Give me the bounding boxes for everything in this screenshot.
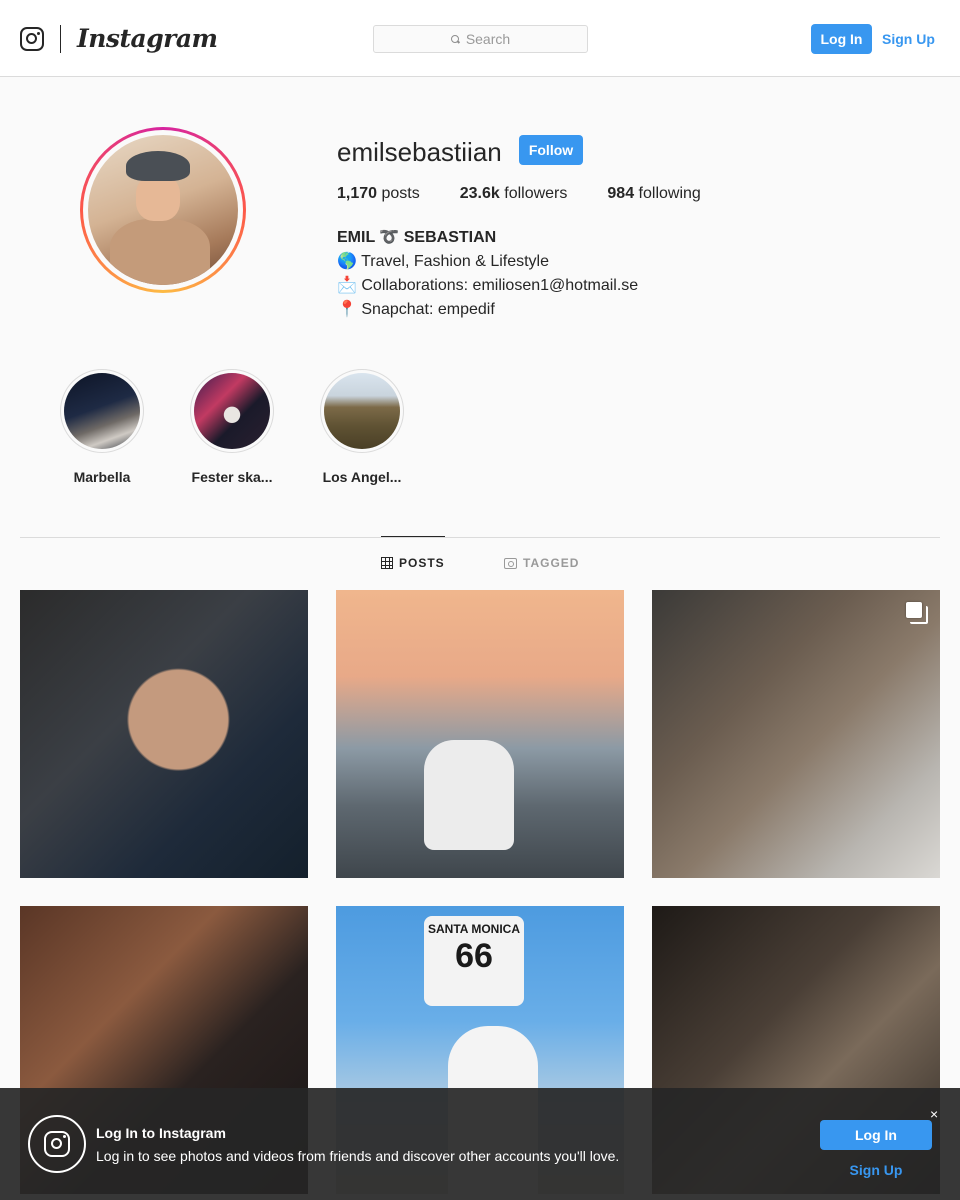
highlight-thumbnail <box>324 373 400 449</box>
profile-avatar[interactable] <box>88 135 238 285</box>
search-placeholder: Search <box>465 31 511 47</box>
highlight-fester[interactable]: Fester ska... <box>172 369 292 485</box>
followers-label: followers <box>504 185 568 202</box>
post-thumbnail[interactable] <box>652 590 940 878</box>
followers-stat[interactable]: 23.6k followers <box>460 185 568 203</box>
profile-full-name: EMIL ➰ SEBASTIAN <box>337 229 497 246</box>
tagged-icon <box>504 557 517 569</box>
highlight-label: Los Angel... <box>322 469 402 485</box>
bio-line-collaborations: 📩 Collaborations: emiliosen1@hotmail.se <box>337 277 639 294</box>
highlight-label: Marbella <box>73 469 131 485</box>
active-tab-indicator <box>381 536 445 537</box>
bio-line-travel: 🌎 Travel, Fashion & Lifestyle <box>337 253 550 270</box>
highlight-ring <box>190 369 274 453</box>
highlight-ring <box>60 369 144 453</box>
story-ring[interactable] <box>80 127 246 293</box>
instagram-glyph-icon <box>28 1115 86 1173</box>
grid-icon <box>381 557 393 569</box>
sign-number: 66 <box>455 937 493 975</box>
profile-stats: 1,170 posts 23.6k followers 984 followin… <box>337 185 741 203</box>
banner-title: Log In to Instagram <box>96 1125 226 1141</box>
followers-count: 23.6k <box>459 185 500 202</box>
banner-signup-link[interactable]: Sign Up <box>820 1162 932 1178</box>
close-icon[interactable]: × <box>930 1106 938 1122</box>
highlight-marbella[interactable]: Marbella <box>42 369 162 485</box>
tab-posts-label: POSTS <box>399 556 445 570</box>
login-button[interactable]: Log In <box>811 24 872 54</box>
sign-text: SANTA MONICA <box>428 922 520 936</box>
profile-username: emilsebastiian <box>337 137 502 167</box>
instagram-wordmark[interactable]: Instagram <box>77 24 218 53</box>
highlight-label: Fester ska... <box>191 469 273 485</box>
route-66-sign: SANTA MONICA 66 <box>424 916 524 1006</box>
posts-label: posts <box>381 185 420 202</box>
instagram-glyph-icon[interactable] <box>20 27 44 51</box>
following-stat[interactable]: 984 following <box>607 185 700 203</box>
tab-posts[interactable]: POSTS <box>381 556 445 570</box>
banner-login-button[interactable]: Log In <box>820 1120 932 1150</box>
highlight-los-angeles[interactable]: Los Angel... <box>302 369 422 485</box>
search-input[interactable]: Search <box>373 25 588 53</box>
post-thumbnail[interactable] <box>336 590 624 878</box>
tab-tagged[interactable]: TAGGED <box>504 556 579 570</box>
top-nav: Instagram Search Log In Sign Up <box>0 0 960 77</box>
posts-stat: 1,170 posts <box>337 185 420 203</box>
search-icon <box>450 34 460 44</box>
follow-button[interactable]: Follow <box>519 135 583 165</box>
following-label: following <box>638 185 701 202</box>
posts-count: 1,170 <box>337 185 378 202</box>
multiple-photos-icon <box>906 602 928 624</box>
following-count: 984 <box>607 185 635 202</box>
highlight-thumbnail <box>64 373 140 449</box>
profile-bio: EMIL ➰ SEBASTIAN 🌎 Travel, Fashion & Lif… <box>337 226 638 322</box>
highlight-thumbnail <box>194 373 270 449</box>
signup-link[interactable]: Sign Up <box>882 24 935 54</box>
post-thumbnail[interactable] <box>20 590 308 878</box>
highlight-ring <box>320 369 404 453</box>
banner-text: Log in to see photos and videos from fri… <box>96 1148 620 1164</box>
login-banner: Log In to Instagram Log in to see photos… <box>0 1088 960 1200</box>
bio-line-snapchat: 📍 Snapchat: empedif <box>337 301 495 318</box>
tab-tagged-label: TAGGED <box>523 556 580 570</box>
logo-divider <box>60 25 61 53</box>
tabs-divider <box>20 537 940 538</box>
